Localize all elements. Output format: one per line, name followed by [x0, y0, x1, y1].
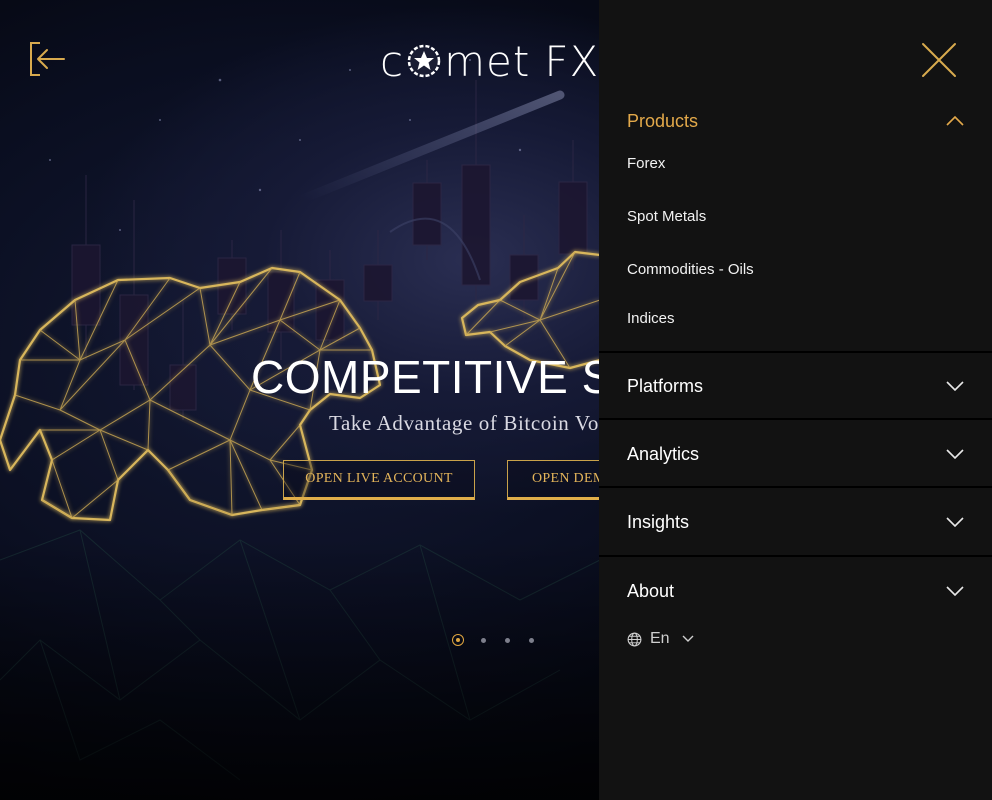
- menu-section-label: About: [627, 580, 675, 601]
- menu-item-indices[interactable]: Indices: [627, 310, 675, 327]
- menu-section-analytics[interactable]: Analytics: [599, 434, 992, 474]
- menu-divider: [599, 351, 992, 353]
- menu-section-about[interactable]: About: [599, 571, 992, 611]
- hero-subline: Take Advantage of Bitcoin Vo: [329, 411, 600, 435]
- chevron-down-icon: [946, 517, 964, 527]
- close-icon[interactable]: [921, 42, 957, 78]
- page: c met FX COMPETITIVE SP Take Advantage o…: [0, 0, 992, 800]
- menu-section-products[interactable]: Products: [599, 101, 992, 141]
- logo-text-c: c: [380, 36, 405, 86]
- carousel-dot-3[interactable]: [505, 637, 510, 643]
- menu-section-label: Platforms: [627, 375, 704, 396]
- carousel-dot-1[interactable]: [452, 634, 464, 646]
- carousel-pagination: [452, 634, 553, 646]
- menu-divider: [599, 418, 992, 420]
- menu-item-forex[interactable]: Forex: [627, 155, 665, 172]
- globe-icon: [627, 632, 642, 646]
- carousel-dot-4[interactable]: [529, 637, 534, 643]
- menu-item-spot-metals[interactable]: Spot Metals: [627, 208, 706, 225]
- menu-section-label: Analytics: [627, 443, 700, 464]
- menu-section-insights[interactable]: Insights: [599, 502, 992, 542]
- open-live-account-button[interactable]: OPEN LIVE ACCOUNT: [283, 460, 475, 500]
- menu-section-label: Products: [627, 110, 699, 131]
- menu-item-commodities-oils[interactable]: Commodities - Oils: [627, 261, 754, 278]
- chevron-down-icon: [946, 381, 964, 391]
- menu-section-label: Insights: [627, 511, 690, 532]
- comet-fx-logo[interactable]: c met FX: [380, 36, 600, 86]
- language-label: En: [650, 630, 670, 647]
- language-selector[interactable]: En: [627, 628, 694, 650]
- menu-section-platforms[interactable]: Platforms: [599, 366, 992, 406]
- chevron-down-icon: [946, 449, 964, 459]
- chevron-down-icon: [946, 586, 964, 596]
- hero-headline: COMPETITIVE SP: [251, 351, 644, 403]
- logo-text-met: met: [444, 36, 531, 86]
- menu-divider: [599, 555, 992, 557]
- chevron-down-icon: [682, 635, 694, 642]
- logo-text-fx: FX: [544, 36, 600, 86]
- comet-star-icon: [407, 44, 441, 78]
- menu-divider: [599, 486, 992, 488]
- chevron-up-icon: [946, 116, 964, 126]
- carousel-dot-2[interactable]: [481, 637, 486, 643]
- back-arrow-icon[interactable]: [28, 40, 68, 78]
- side-menu-panel: Products Forex Spot Metals Commodities -…: [599, 0, 992, 800]
